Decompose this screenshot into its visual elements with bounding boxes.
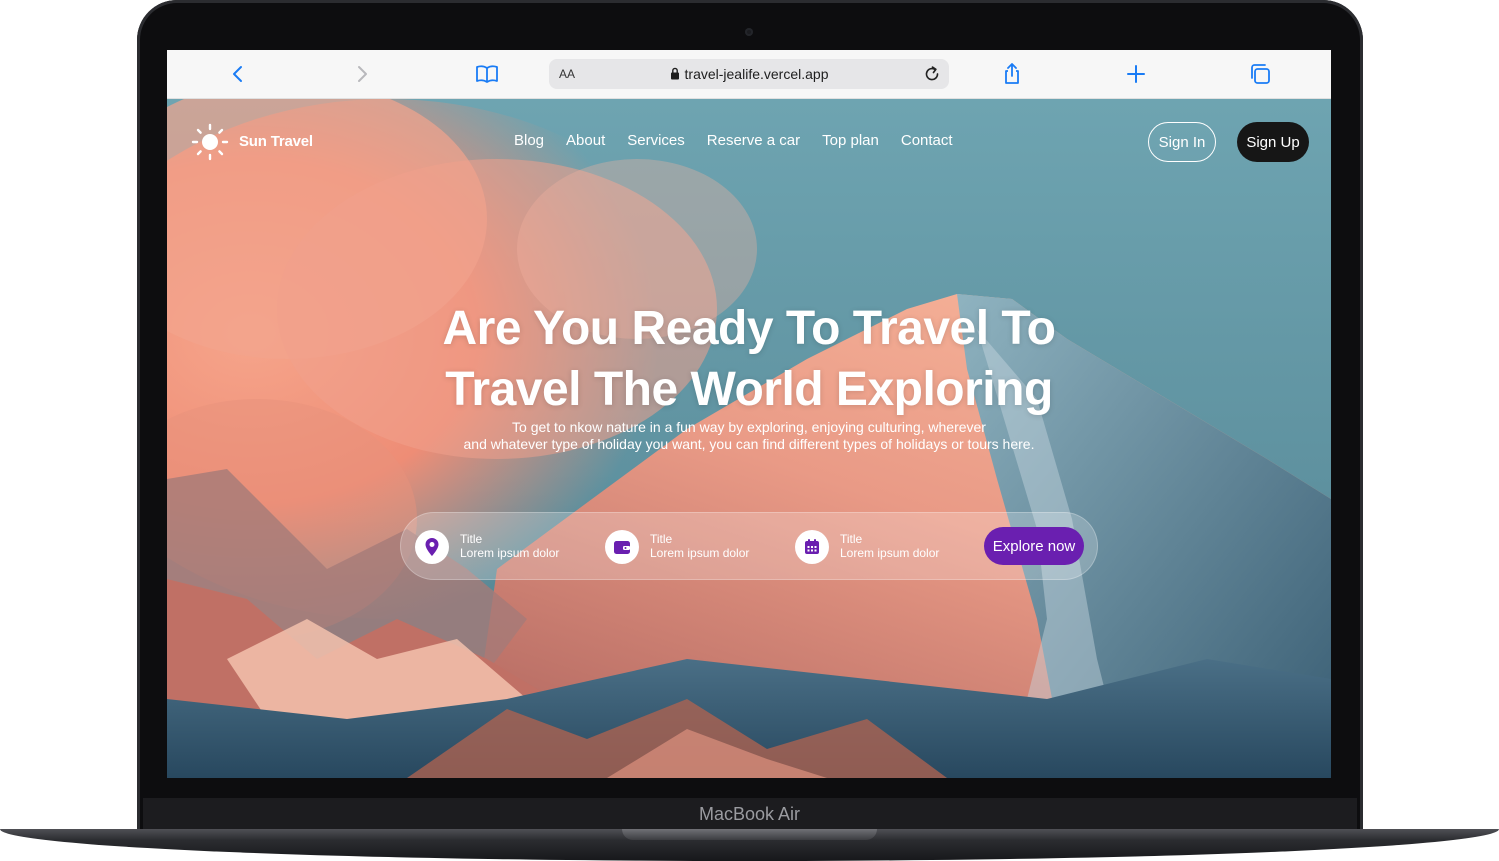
headline-line-2: Travel The World Exploring <box>445 363 1053 416</box>
forward-icon[interactable] <box>350 62 374 86</box>
search-info-bar: Title Lorem ipsum dolor Title Lorem ipsu… <box>400 512 1098 580</box>
headline-line-1: Are You Ready To Travel To <box>442 302 1056 355</box>
nav-link-reserve-a-car[interactable]: Reserve a car <box>707 132 800 149</box>
info-title: Title <box>840 532 863 546</box>
info-icon-wrap <box>415 530 449 564</box>
info-icon-wrap <box>795 530 829 564</box>
location-pin-icon <box>425 538 439 556</box>
share-icon[interactable] <box>1000 62 1024 86</box>
main-nav: Blog About Services Reserve a car Top pl… <box>514 132 953 149</box>
reload-icon[interactable] <box>921 63 943 85</box>
nav-link-services[interactable]: Services <box>627 132 685 149</box>
nav-link-contact[interactable]: Contact <box>901 132 953 149</box>
info-title: Title <box>650 532 673 546</box>
hero-headline: Are You Ready To Travel To Travel The Wo… <box>167 298 1331 420</box>
sign-in-button[interactable]: Sign In <box>1148 122 1216 162</box>
subtext-line-1: To get to nkow nature in a fun way by ex… <box>512 419 986 435</box>
device-brand-label: MacBook Air <box>698 804 801 824</box>
logo-text[interactable]: Sun Travel <box>239 133 313 150</box>
info-title: Title <box>460 532 483 546</box>
url-text: travel-jealife.vercel.app <box>684 66 829 82</box>
hero-section: Sun Travel Blog About Services Reserve a… <box>167 99 1331 778</box>
info-icon-wrap <box>605 530 639 564</box>
lock-icon <box>670 67 679 80</box>
browser-toolbar: AA travel-jealife.vercel.app <box>167 50 1331 99</box>
nav-link-about[interactable]: About <box>566 132 605 149</box>
bookmarks-icon[interactable] <box>475 62 499 86</box>
wallet-icon <box>614 541 630 554</box>
camera-icon <box>745 28 753 36</box>
tabs-icon[interactable] <box>1248 62 1272 86</box>
sign-up-button[interactable]: Sign Up <box>1237 122 1309 162</box>
info-desc: Lorem ipsum dolor <box>460 546 560 560</box>
back-icon[interactable] <box>226 62 250 86</box>
nav-link-blog[interactable]: Blog <box>514 132 544 149</box>
calendar-icon <box>805 539 819 554</box>
info-desc: Lorem ipsum dolor <box>840 546 940 560</box>
browser-screen: AA travel-jealife.vercel.app Sun Travel … <box>167 50 1331 778</box>
laptop-notch <box>622 829 877 840</box>
nav-link-top-plan[interactable]: Top plan <box>822 132 879 149</box>
explore-now-button[interactable]: Explore now <box>984 527 1084 565</box>
info-desc: Lorem ipsum dolor <box>650 546 750 560</box>
subtext-line-2: and whatever type of holiday you want, y… <box>463 436 1035 452</box>
address-bar[interactable]: AA travel-jealife.vercel.app <box>549 59 949 89</box>
hero-subtext: To get to nkow nature in a fun way by ex… <box>167 419 1331 453</box>
new-tab-icon[interactable] <box>1124 62 1148 86</box>
sun-logo-icon[interactable] <box>191 123 229 161</box>
